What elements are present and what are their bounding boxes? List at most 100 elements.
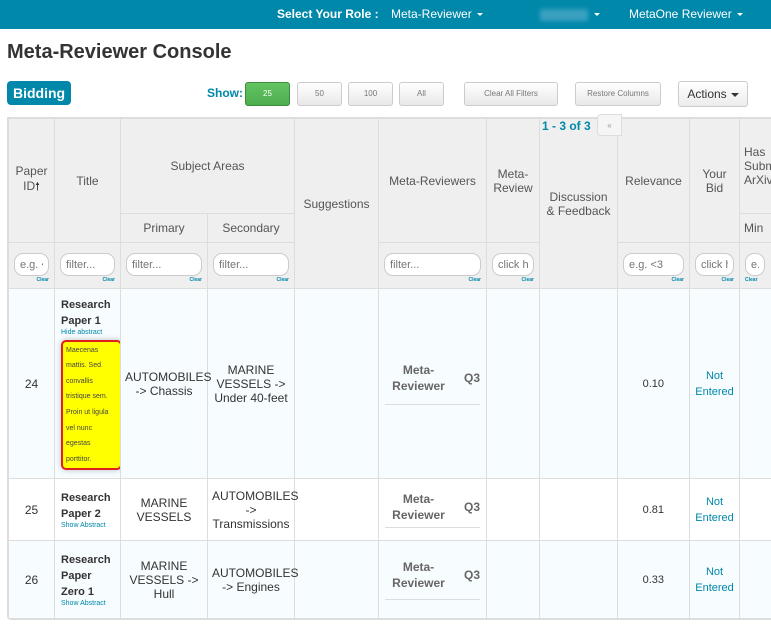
actions-label: Actions xyxy=(687,87,727,101)
filter-secondary-input[interactable] xyxy=(213,253,290,276)
conference-dropdown[interactable] xyxy=(540,7,600,21)
role-label: Select Your Role : xyxy=(277,7,379,21)
pagination-info: 1 - 3 of 3 xyxy=(540,119,593,133)
discussion-cell xyxy=(539,288,619,479)
clear-filter-link[interactable]: Clear xyxy=(695,277,735,283)
restore-columns-button[interactable]: Restore Columns xyxy=(575,82,661,106)
table-row: 26 Research Paper Zero 1 Show Abstract M… xyxy=(8,540,771,619)
header-secondary[interactable]: Secondary xyxy=(206,213,296,243)
role-dropdown[interactable]: Meta-Reviewer xyxy=(391,7,483,21)
meta-reviewer-name: Meta-Reviewer xyxy=(392,363,445,393)
filter-primary-cell: Clear xyxy=(120,242,208,289)
page-size-25-button[interactable]: 25 xyxy=(245,82,290,106)
arxiv-min-cell xyxy=(739,540,771,619)
clear-filter-link[interactable]: Clear xyxy=(492,277,535,283)
clear-filter-link[interactable]: Clear xyxy=(384,277,482,283)
filter-paper-id-cell: Clear xyxy=(8,242,55,289)
filter-meta-reviewers-input[interactable] xyxy=(384,253,482,276)
meta-review-cell xyxy=(486,288,541,479)
filter-min-input[interactable] xyxy=(745,253,766,276)
clear-filter-link[interactable]: Clear xyxy=(14,277,49,283)
header-suggestions[interactable]: Suggestions xyxy=(294,118,380,289)
show-abstract-link[interactable]: Show Abstract xyxy=(61,522,114,529)
meta-reviewer-name: Meta-Reviewer xyxy=(392,492,445,522)
your-bid-cell: Not Entered xyxy=(689,540,741,619)
filter-paper-id-input[interactable] xyxy=(14,253,49,276)
user-menu-dropdown[interactable]: MetaOne Reviewer xyxy=(629,7,743,21)
suggestions-cell xyxy=(294,540,380,619)
header-min[interactable]: Min xyxy=(739,213,771,243)
header-your-bid[interactable]: Your Bid xyxy=(689,118,741,243)
clear-filter-link[interactable]: Clear xyxy=(60,277,115,283)
header-discussion[interactable]: Discussion & Feedback xyxy=(539,118,619,289)
header-meta-review[interactable]: Meta-Review xyxy=(486,118,541,243)
filter-title-input[interactable] xyxy=(60,253,115,276)
header-relevance[interactable]: Relevance xyxy=(617,118,691,243)
paper-id: 26 xyxy=(8,540,55,619)
table-row: 24 Research Paper 1 Hide abstract Maecen… xyxy=(8,288,771,479)
caret-down-icon xyxy=(476,13,483,17)
meta-reviewer-quota: Q3 xyxy=(464,371,481,385)
clear-filter-link[interactable]: Clear xyxy=(126,277,202,283)
page-title: Meta-Reviewer Console xyxy=(7,41,232,63)
meta-review-cell xyxy=(486,478,541,541)
suggestions-cell xyxy=(294,478,380,541)
header-title[interactable]: Title xyxy=(54,118,121,243)
paper-title: Research Paper Zero 1 xyxy=(61,554,111,598)
page-size-50-button[interactable]: 50 xyxy=(297,82,342,106)
primary-subject: MARINE VESSELS -> Hull xyxy=(120,540,208,619)
meta-review-cell xyxy=(486,540,541,619)
table-row: 25 Research Paper 2 Show Abstract MARINE… xyxy=(8,478,771,541)
bid-link[interactable]: Not Entered xyxy=(695,566,734,594)
sort-up-icon: 🠕 xyxy=(35,181,40,193)
role-value: Meta-Reviewer xyxy=(391,7,472,21)
paper-title: Research Paper 1 xyxy=(61,298,111,327)
filter-meta-review-input[interactable] xyxy=(492,253,535,276)
actions-button[interactable]: Actions xyxy=(678,81,748,107)
filter-title-cell: Clear xyxy=(54,242,121,289)
discussion-cell xyxy=(539,540,619,619)
secondary-subject: AUTOMOBILES -> Engines xyxy=(206,540,298,619)
header-primary[interactable]: Primary xyxy=(120,213,208,243)
clear-filter-link[interactable]: Clear xyxy=(213,277,290,283)
header-meta-reviewers[interactable]: Meta-Reviewers xyxy=(378,118,488,243)
relevance-score: 0.10 xyxy=(617,288,691,479)
primary-subject: MARINE VESSELS xyxy=(120,478,208,541)
papers-table-container: Paper ID🠕 Title Subject Areas Suggestion… xyxy=(7,117,771,620)
filter-your-bid-cell: Clear xyxy=(689,242,741,289)
filter-your-bid-input[interactable] xyxy=(695,253,735,276)
page-size-100-button[interactable]: 100 xyxy=(348,82,393,106)
caret-down-icon xyxy=(594,13,600,17)
caret-down-icon xyxy=(730,92,739,97)
show-abstract-link[interactable]: Show Abstract xyxy=(61,600,114,607)
meta-reviewers-cell: Meta-Reviewer Q3 xyxy=(378,540,488,619)
bid-link[interactable]: Not Entered xyxy=(695,370,734,398)
secondary-subject: MARINE VESSELS -> Under 40-feet xyxy=(206,288,296,479)
primary-subject: AUTOMOBILES -> Chassis xyxy=(120,288,211,479)
filter-meta-review-cell: Clear xyxy=(486,242,541,289)
hide-abstract-link[interactable]: Hide abstract xyxy=(61,329,114,336)
pagination-first-button[interactable]: « xyxy=(597,114,622,136)
page-size-all-button[interactable]: All xyxy=(399,82,444,106)
secondary-subject: AUTOMOBILES -> Transmissions xyxy=(206,478,298,541)
meta-reviewer-quota: Q3 xyxy=(464,568,481,582)
filter-relevance-input[interactable] xyxy=(623,253,685,276)
header-subject-areas: Subject Areas xyxy=(119,118,296,214)
suggestions-cell xyxy=(294,288,380,479)
filter-primary-input[interactable] xyxy=(126,253,202,276)
header-paper-id[interactable]: Paper ID🠕 xyxy=(8,118,55,243)
your-bid-cell: Not Entered xyxy=(689,478,741,541)
meta-reviewer-quota: Q3 xyxy=(464,500,481,514)
paper-id: 24 xyxy=(8,288,55,479)
meta-reviewers-cell: Meta-Reviewer Q3 xyxy=(378,478,488,541)
bid-link[interactable]: Not Entered xyxy=(695,496,734,524)
clear-all-filters-button[interactable]: Clear All Filters xyxy=(464,82,558,106)
meta-reviewers-cell: Meta-Reviewer Q3 xyxy=(378,288,488,479)
paper-title-cell: Research Paper Zero 1 Show Abstract xyxy=(54,540,121,619)
clear-filter-link[interactable]: Clear xyxy=(623,277,685,283)
clear-filter-link[interactable]: Clear xyxy=(745,277,771,283)
paper-title-cell: Research Paper 1 Hide abstract Maecenas … xyxy=(54,288,122,479)
filter-secondary-cell: Clear xyxy=(206,242,296,289)
top-navbar: Select Your Role : Meta-Reviewer MetaOne… xyxy=(0,0,771,29)
header-arxiv[interactable]: Has Submitted ArXiv xyxy=(739,118,771,214)
